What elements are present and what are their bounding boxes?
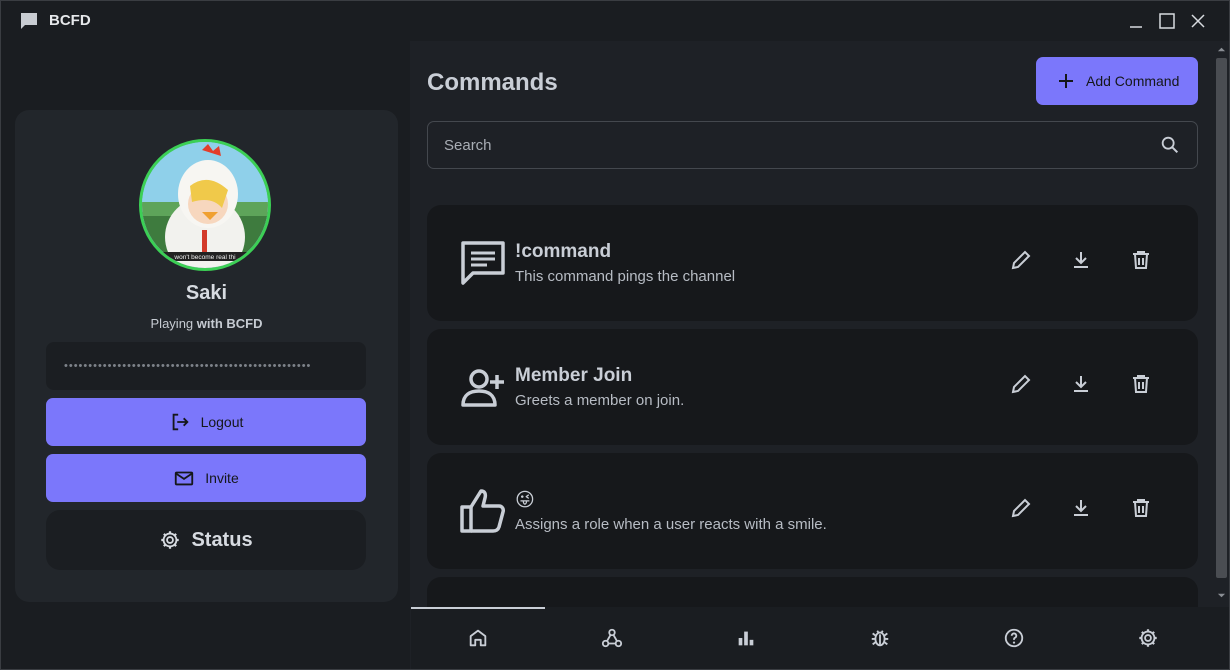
nav-stats[interactable] (679, 607, 813, 669)
invite-label: Invite (205, 470, 239, 486)
message-icon (461, 241, 505, 285)
plus-icon (1059, 74, 1073, 88)
command-name: Member Join (515, 365, 633, 386)
minimize-icon (1130, 26, 1142, 28)
sidebar: won't become real thi Saki Playing with … (1, 41, 410, 669)
command-description: Greets a member on join. (515, 392, 685, 409)
add-command-button[interactable]: Add Command (1036, 57, 1198, 105)
bottom-nav (411, 607, 1229, 669)
help-icon (1004, 628, 1024, 648)
nav-home[interactable] (411, 607, 545, 669)
mail-icon (175, 471, 194, 486)
stats-icon (738, 631, 754, 646)
command-card[interactable]: Member Join Greets a member on join. (427, 329, 1198, 445)
search-input[interactable] (428, 122, 1128, 168)
download-icon (1074, 500, 1088, 516)
chat-bubble-icon (19, 11, 39, 31)
scrollbar-thumb[interactable] (1216, 58, 1227, 578)
edit-icon (1011, 374, 1031, 394)
add-command-label: Add Command (1086, 73, 1180, 89)
maximize-icon (1159, 13, 1175, 29)
title-bar: BCFD (1, 1, 1229, 41)
download-icon (1074, 252, 1088, 268)
scroll-down-icon[interactable] (1217, 591, 1226, 600)
thumbs-up-icon (460, 489, 505, 533)
nav-help[interactable] (947, 607, 1081, 669)
command-description: This command pings the channel (515, 268, 736, 285)
delete-button[interactable] (1129, 496, 1153, 520)
edit-icon (1011, 250, 1031, 270)
download-button[interactable] (1069, 372, 1093, 396)
app-window: BCFD won't become real thi Saki Playing … (0, 0, 1230, 670)
delete-icon (1133, 251, 1149, 269)
status-button[interactable]: Status (46, 510, 366, 570)
edit-button[interactable] (1009, 496, 1033, 520)
nav-debug[interactable] (813, 607, 947, 669)
download-button[interactable] (1069, 496, 1093, 520)
status-label: Status (191, 528, 253, 551)
home-icon (469, 629, 487, 647)
delete-icon (1133, 375, 1149, 393)
delete-icon (1133, 499, 1149, 517)
profile-name: Saki (185, 282, 228, 304)
status-activity: with BCFD (196, 316, 263, 331)
avatar-caption: won't become real thi (173, 254, 235, 261)
status-prefix: Playing (150, 316, 197, 331)
nav-settings[interactable] (1081, 607, 1215, 669)
close-icon (1191, 14, 1205, 28)
maximize-button[interactable] (1155, 9, 1179, 33)
command-description: Assigns a role when a user reacts with a… (515, 516, 827, 533)
edit-button[interactable] (1009, 248, 1033, 272)
command-card[interactable]: 😜 Assigns a role when a user reacts with… (427, 453, 1198, 569)
search-icon[interactable] (1159, 134, 1181, 156)
nav-webhooks[interactable] (545, 607, 679, 669)
scroll-up-icon[interactable] (1217, 45, 1226, 54)
gear-icon (161, 531, 180, 549)
close-button[interactable] (1186, 9, 1210, 33)
logout-button[interactable]: Logout (46, 398, 366, 446)
download-icon (1074, 376, 1088, 392)
search-box (427, 121, 1198, 169)
bug-icon (871, 630, 889, 647)
app-title: BCFD (49, 12, 91, 29)
logout-icon (172, 413, 189, 431)
command-card[interactable] (427, 577, 1198, 607)
token-field[interactable]: ••••••••••••••••••••••••••••••••••••••••… (46, 342, 366, 390)
command-card[interactable]: !command This command pings the channel (427, 205, 1198, 321)
download-button[interactable] (1069, 248, 1093, 272)
minimize-button[interactable] (1124, 9, 1148, 33)
command-name: !command (515, 241, 612, 262)
avatar: won't become real thi (139, 139, 271, 271)
settings-icon (1139, 629, 1157, 647)
user-add-icon (461, 369, 504, 407)
edit-button[interactable] (1009, 372, 1033, 396)
delete-button[interactable] (1129, 248, 1153, 272)
command-name: 😜 (515, 490, 535, 511)
commands-panel: Commands Add Command !command This comma… (411, 41, 1214, 607)
profile-card: won't become real thi Saki Playing with … (15, 110, 398, 602)
delete-button[interactable] (1129, 372, 1153, 396)
edit-icon (1011, 498, 1031, 518)
page-title: Commands (427, 69, 558, 96)
logout-label: Logout (200, 414, 244, 430)
invite-button[interactable]: Invite (46, 454, 366, 502)
webhook-icon (601, 628, 623, 648)
profile-status: Playing with BCFD (15, 316, 398, 331)
